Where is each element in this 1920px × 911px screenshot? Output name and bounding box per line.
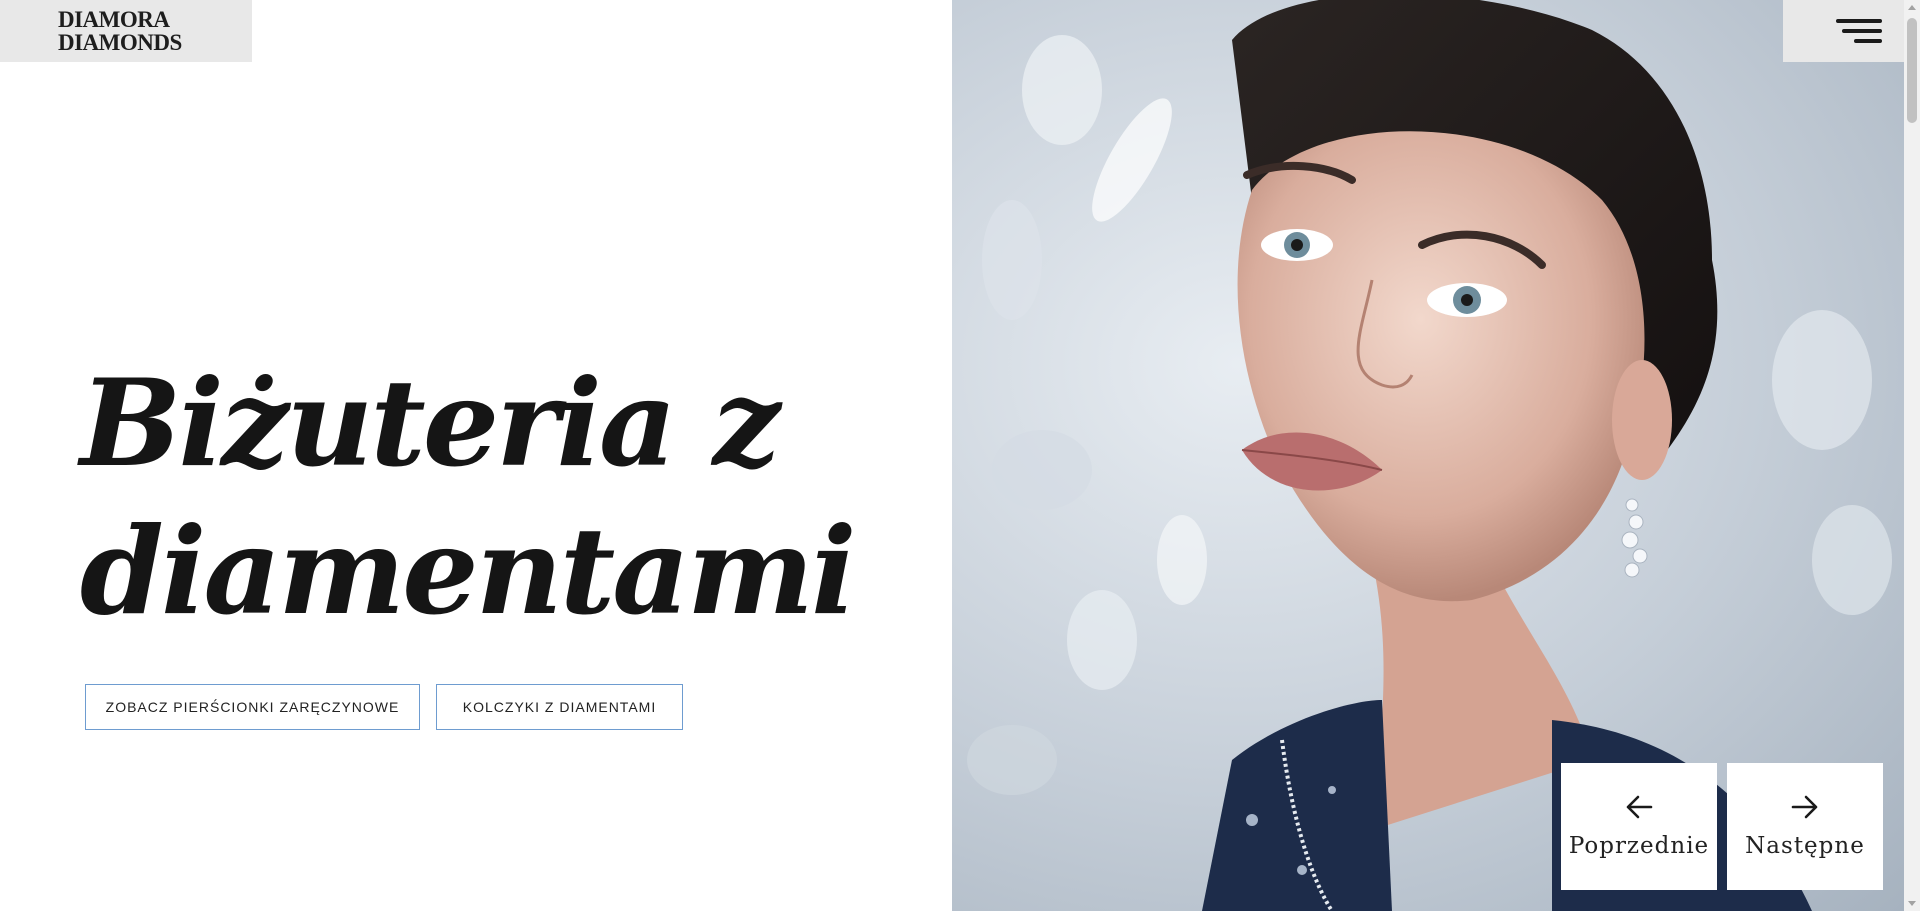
brand-logo[interactable]: DIAMORA DIAMONDS: [0, 0, 252, 62]
brand-logo-line2: DIAMONDS: [58, 30, 182, 55]
arrow-left-icon: [1626, 795, 1653, 819]
slider-prev-button[interactable]: Poprzednie: [1561, 763, 1717, 890]
brand-logo-line1: DIAMORA: [58, 7, 170, 32]
page-scrollbar[interactable]: [1904, 0, 1920, 911]
slider-prev-label: Poprzednie: [1568, 833, 1710, 859]
scroll-up-arrow-icon[interactable]: [1908, 5, 1916, 10]
diamond-earrings-button[interactable]: KOLCZYKI Z DIAMENTAMI: [436, 684, 683, 730]
menu-button[interactable]: [1783, 0, 1904, 62]
slider-next-button[interactable]: Następne: [1727, 763, 1883, 890]
hero-heading: Biżuteria z diamentami: [80, 350, 900, 646]
hero-heading-line2: diamentami: [80, 501, 857, 642]
hero-heading-line1: Biżuteria z: [80, 353, 781, 494]
arrow-right-icon: [1791, 795, 1818, 819]
scrollbar-thumb[interactable]: [1907, 18, 1917, 123]
engagement-rings-button[interactable]: ZOBACZ PIERŚCIONKI ZARĘCZYNOWE: [85, 684, 420, 730]
hamburger-menu-icon: [1835, 17, 1882, 45]
slider-next-label: Następne: [1745, 833, 1865, 859]
scroll-down-arrow-icon[interactable]: [1908, 901, 1916, 906]
